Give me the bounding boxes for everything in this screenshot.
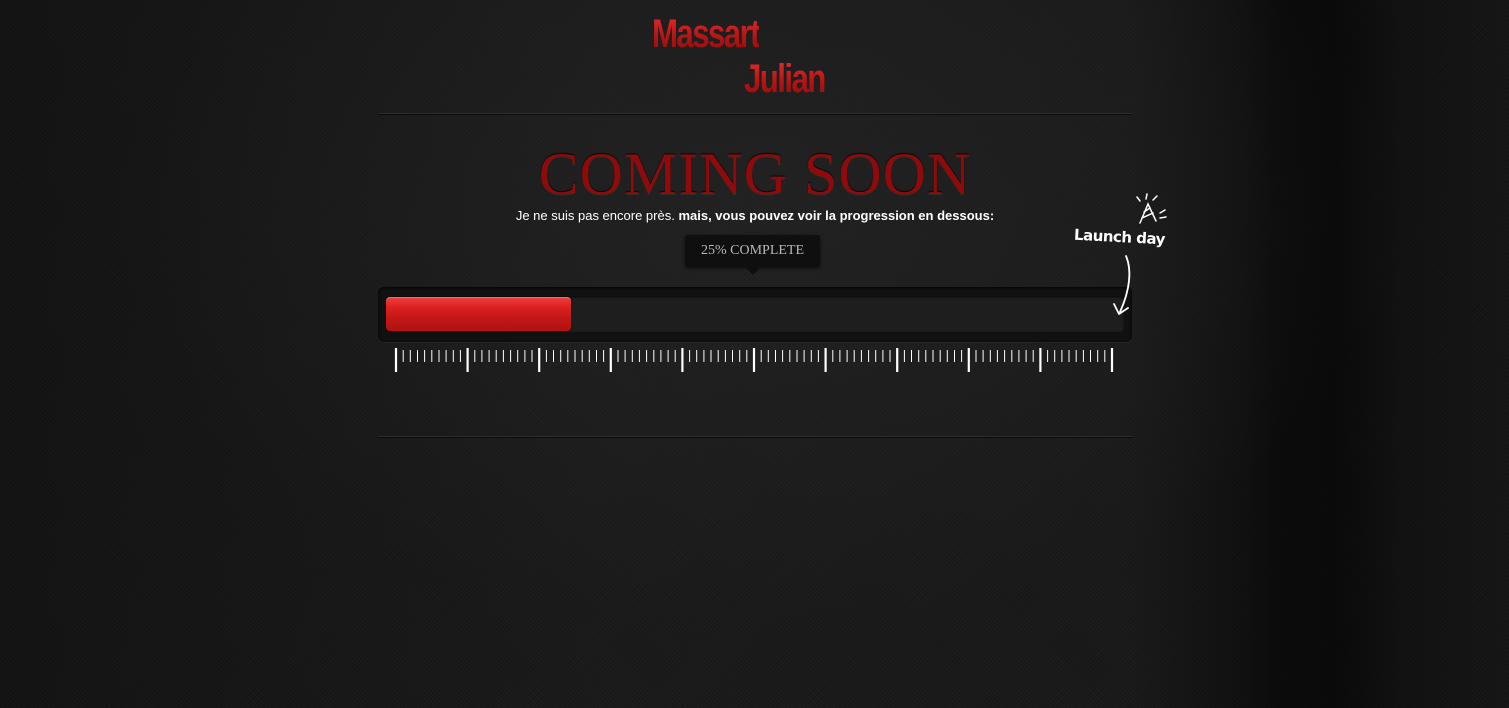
tooltip-arrow [745, 267, 761, 275]
progress-fill [386, 297, 571, 331]
page-title: COMING SOON [538, 141, 972, 207]
page-subtitle: Je ne suis pas encore près. mais, vous p… [378, 208, 1132, 224]
logo-line-1: Massart [652, 12, 761, 56]
progress-ruler [394, 348, 1114, 372]
logo-line-2: Julian [744, 57, 826, 101]
bottom-divider [378, 436, 1132, 437]
site-logo: Massart Julian [652, 12, 842, 104]
top-divider [378, 113, 1132, 114]
launch-arrow-icon [1113, 255, 1131, 315]
subtitle-strong-text: mais, vous pouvez voir la progression en… [678, 208, 995, 223]
progress-tooltip: 25% COMPLETE [685, 235, 820, 267]
background-shade [1240, 0, 1400, 708]
progress-bar [386, 296, 1124, 332]
subtitle-normal-text: Je ne suis pas encore près. [515, 208, 675, 223]
launch-day-marker: Launch day [1070, 190, 1180, 325]
